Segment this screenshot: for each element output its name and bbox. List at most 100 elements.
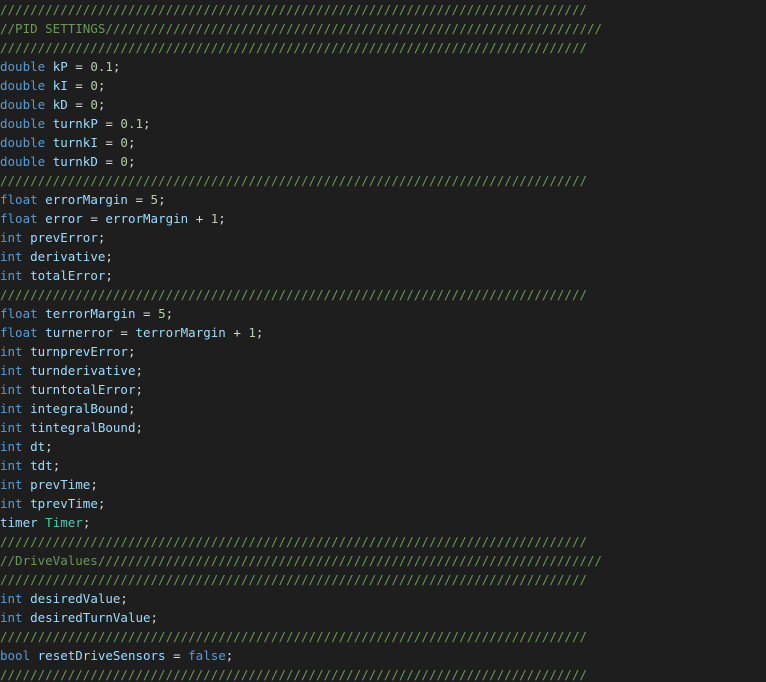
identifier-token: turnprevError (30, 344, 128, 359)
punctuation-token: ; (105, 249, 113, 264)
punctuation-token: ; (97, 97, 106, 112)
code-line[interactable]: int desiredValue; (0, 589, 766, 608)
code-line[interactable]: int turntotalError; (0, 380, 766, 399)
comment-token: ////////////////////////////////////////… (0, 40, 587, 55)
keyword-token: double (0, 135, 46, 150)
code-line[interactable]: int turnderivative; (0, 361, 766, 380)
keyword-token: float (0, 192, 38, 207)
code-line[interactable]: ////////////////////////////////////////… (0, 532, 766, 551)
code-line[interactable]: int desiredTurnValue; (0, 608, 766, 627)
code-line[interactable]: float errorMargin = 5; (0, 190, 766, 209)
keyword-token: int (0, 344, 23, 359)
code-line[interactable]: ////////////////////////////////////////… (0, 665, 766, 682)
comment-token: ////////////////////////////////////////… (0, 629, 587, 644)
punctuation-token (23, 591, 31, 606)
punctuation-token (23, 610, 31, 625)
code-line[interactable]: ////////////////////////////////////////… (0, 38, 766, 57)
identifier-token: errorMargin (45, 192, 128, 207)
code-line[interactable]: bool resetDriveSensors = false; (0, 646, 766, 665)
keyword-token: int (0, 249, 23, 264)
keyword-token: int (0, 610, 23, 625)
code-line[interactable]: //PID SETTINGS//////////////////////////… (0, 19, 766, 38)
comment-token: ////////////////////////////////////////… (0, 2, 587, 17)
code-line[interactable]: timer Timer; (0, 513, 766, 532)
keyword-token: float (0, 211, 38, 226)
code-line[interactable]: int dt; (0, 437, 766, 456)
code-line[interactable]: int derivative; (0, 247, 766, 266)
code-line[interactable]: int tprevTime; (0, 494, 766, 513)
identifier-token: kI (52, 78, 68, 93)
number-token: 5 (158, 306, 166, 321)
punctuation-token: ; (135, 382, 143, 397)
punctuation-token: ; (127, 401, 136, 416)
identifier-token: dt (30, 439, 46, 454)
punctuation-token: = (127, 192, 151, 207)
code-line[interactable]: double turnkP = 0.1; (0, 114, 766, 133)
punctuation-token: + (188, 211, 211, 226)
code-line[interactable]: ////////////////////////////////////////… (0, 285, 766, 304)
punctuation-token: ; (105, 268, 113, 283)
comment-token: ////////////////////////////////////////… (0, 667, 587, 682)
code-line[interactable]: int integralBound; (0, 399, 766, 418)
keyword-token: double (0, 97, 46, 112)
identifier-token: integralBound (30, 401, 128, 416)
keyword-token: int (0, 458, 23, 473)
code-line[interactable]: int prevTime; (0, 475, 766, 494)
punctuation-token (23, 420, 31, 435)
code-line[interactable]: int tdt; (0, 456, 766, 475)
keyword-token: int (0, 401, 23, 416)
punctuation-token: ; (90, 477, 98, 492)
punctuation-token (23, 268, 31, 283)
punctuation-token (45, 154, 53, 169)
punctuation-token (23, 344, 31, 359)
code-line[interactable]: ////////////////////////////////////////… (0, 627, 766, 646)
code-line[interactable]: int tintegralBound; (0, 418, 766, 437)
identifier-token: desiredValue (30, 591, 121, 606)
identifier-token: kD (52, 97, 68, 112)
identifier-token: turntotalError (30, 382, 136, 397)
punctuation-token: = (82, 211, 106, 226)
identifier-token: timer (0, 515, 38, 530)
comment-token: ////////////////////////////////////////… (0, 572, 587, 587)
code-line[interactable]: int turnprevError; (0, 342, 766, 361)
punctuation-token (45, 116, 53, 131)
identifier-token: tintegralBound (30, 420, 136, 435)
punctuation-token: = (67, 78, 91, 93)
code-line[interactable]: //DriveValues///////////////////////////… (0, 551, 766, 570)
keyword-token: float (0, 306, 38, 321)
punctuation-token: ; (97, 496, 106, 511)
number-token: 0.1 (120, 116, 143, 131)
comment-token: //PID SETTINGS//////////////////////////… (0, 21, 603, 36)
punctuation-token: = (67, 97, 91, 112)
identifier-token: tdt (30, 458, 53, 473)
code-line[interactable]: ////////////////////////////////////////… (0, 171, 766, 190)
code-line[interactable]: int totalError; (0, 266, 766, 285)
identifier-token: prevError (30, 230, 98, 245)
punctuation-token: ; (225, 648, 234, 663)
punctuation-token (23, 458, 31, 473)
code-line[interactable]: float turnerror = terrorMargin + 1; (0, 323, 766, 342)
identifier-token: turnderivative (30, 363, 136, 378)
punctuation-token (23, 496, 31, 511)
code-line[interactable]: int prevError; (0, 228, 766, 247)
identifier-token: derivative (30, 249, 106, 264)
code-line[interactable]: float terrorMargin = 5; (0, 304, 766, 323)
punctuation-token: = (112, 325, 136, 340)
code-line[interactable]: float error = errorMargin + 1; (0, 209, 766, 228)
keyword-token: double (0, 59, 46, 74)
identifier-token: totalError (30, 268, 106, 283)
code-line[interactable]: ////////////////////////////////////////… (0, 0, 766, 19)
punctuation-token: = (97, 135, 121, 150)
code-line[interactable]: double kD = 0; (0, 95, 766, 114)
punctuation-token: ; (127, 135, 136, 150)
punctuation-token (45, 78, 53, 93)
code-line[interactable]: double kP = 0.1; (0, 57, 766, 76)
code-line[interactable]: double kI = 0; (0, 76, 766, 95)
keyword-token: int (0, 591, 23, 606)
code-line[interactable]: double turnkD = 0; (0, 152, 766, 171)
code-editor[interactable]: ////////////////////////////////////////… (0, 0, 766, 682)
code-line[interactable]: double turnkI = 0; (0, 133, 766, 152)
number-token: 0.1 (90, 59, 113, 74)
keyword-token: int (0, 268, 23, 283)
code-line[interactable]: ////////////////////////////////////////… (0, 570, 766, 589)
